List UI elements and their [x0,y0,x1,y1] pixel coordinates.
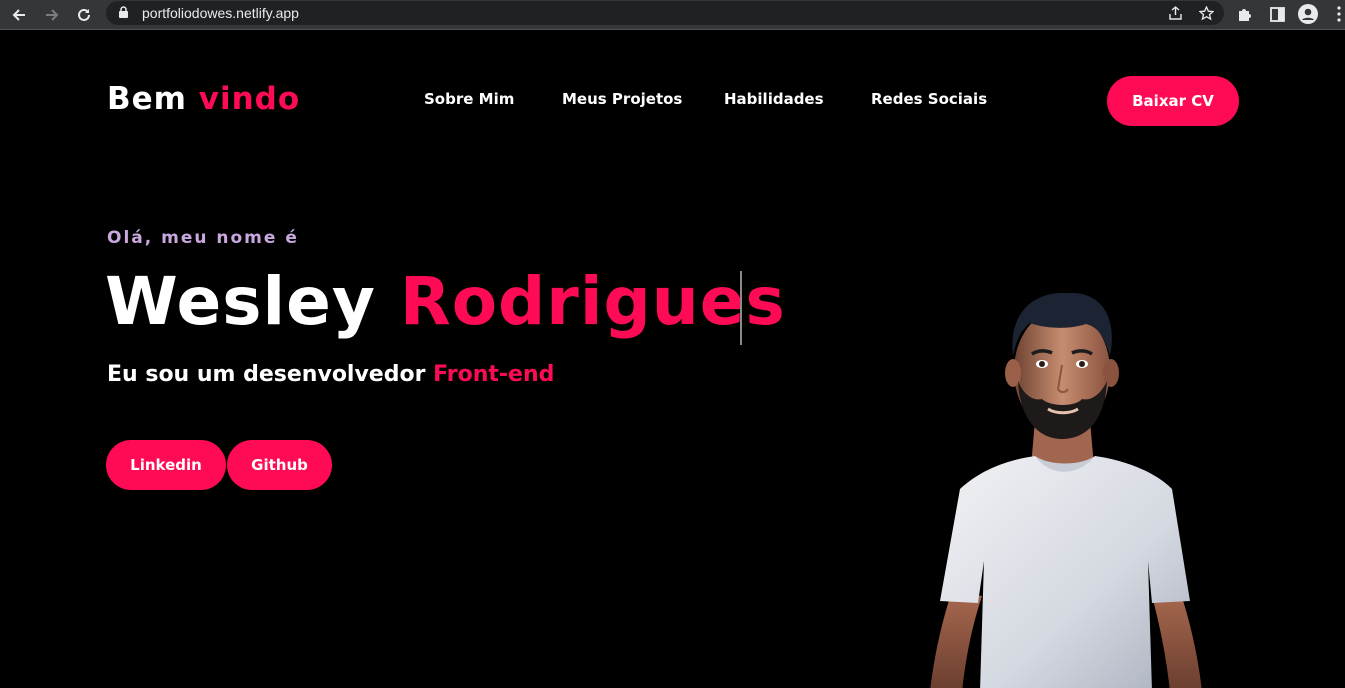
subtitle-main: Eu sou um desenvolvedor [107,362,426,387]
reload-icon [78,8,90,21]
arrow-right-icon [46,9,59,21]
nav-meus-projetos[interactable]: Meus Projetos [562,90,682,108]
nav-redes-sociais[interactable]: Redes Sociais [871,90,987,108]
avatar-illustration [930,292,1202,688]
hero-subtitle: Eu sou um desenvolvedor Front-end [107,362,554,387]
avatar-icon [1298,4,1318,24]
hero-name: Wesley Rodrigues [105,260,786,344]
url-text: portfoliodowes.netlify.app [142,5,299,21]
side-panel-icon [1269,6,1285,22]
bookmark-button[interactable] [1195,2,1217,24]
browser-toolbar: portfoliodowes.netlify.app [0,0,1345,30]
download-cv-button[interactable]: Baixar CV [1107,76,1239,126]
forward-button[interactable] [40,3,64,27]
nav-sobre-mim[interactable]: Sobre Mim [424,90,514,108]
more-vert-icon [1337,6,1341,22]
reload-button[interactable] [72,3,96,27]
lock-icon [119,6,128,18]
nav-habilidades[interactable]: Habilidades [724,90,824,108]
side-panel-button[interactable] [1266,3,1288,25]
first-name: Wesley [105,263,376,340]
last-name: Rodrigues [399,263,786,340]
typing-caret [740,271,742,345]
greeting-text: Olá, meu nome é [107,228,299,248]
menu-button[interactable] [1328,3,1345,25]
profile-button[interactable] [1297,3,1319,25]
puzzle-icon [1239,9,1251,21]
share-icon [1168,5,1182,20]
back-button[interactable] [7,3,31,27]
linkedin-button[interactable]: Linkedin [106,440,226,490]
arrow-left-icon [12,9,25,21]
star-icon [1198,5,1214,20]
address-bar[interactable]: portfoliodowes.netlify.app [106,1,1224,25]
portfolio-page: Bem vindo Sobre Mim Meus Projetos Habili… [0,31,1345,688]
extensions-button[interactable] [1234,3,1256,25]
github-button[interactable]: Github [227,440,332,490]
share-button[interactable] [1164,2,1186,24]
subtitle-accent: Front-end [433,362,555,387]
